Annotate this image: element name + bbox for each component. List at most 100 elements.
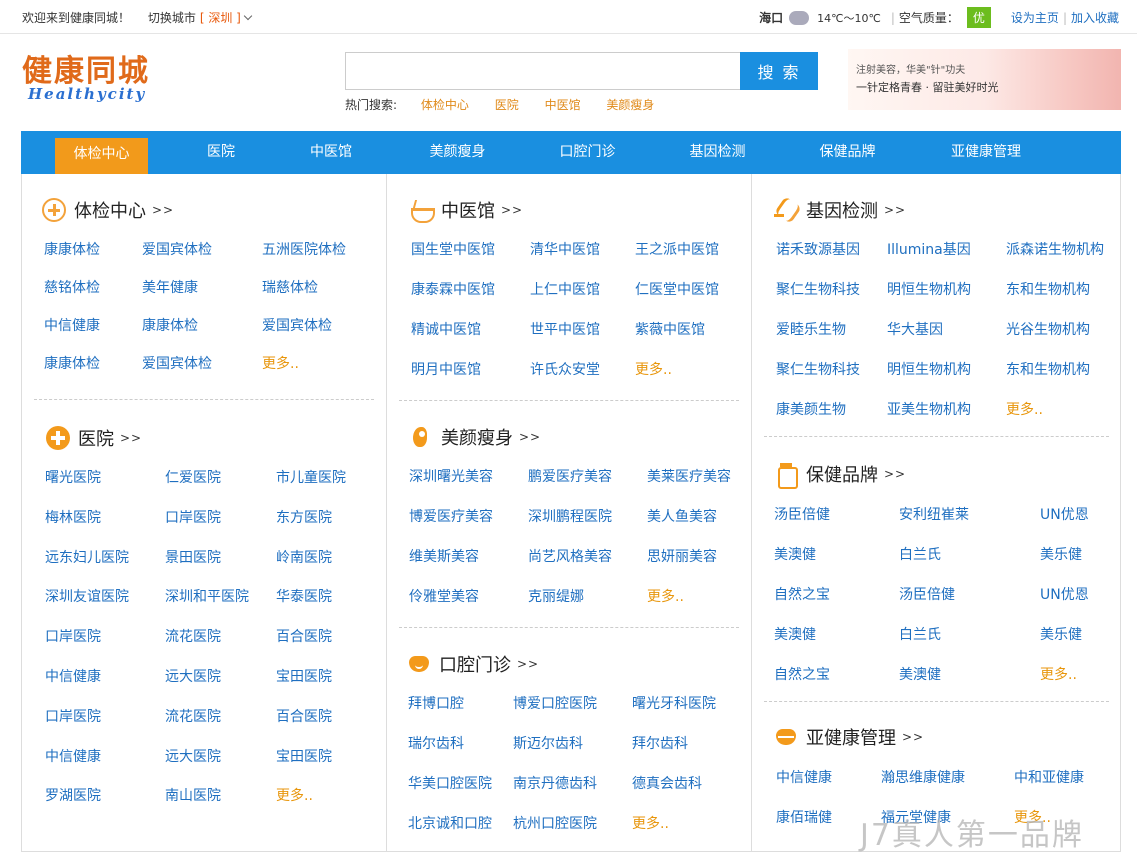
list-item[interactable]: 中信健康 [45,746,101,766]
list-item[interactable]: 汤臣倍健 [774,504,830,524]
list-item[interactable]: 中信健康 [44,315,100,335]
add-favorite-link[interactable]: 加入收藏 [1071,9,1119,26]
list-item[interactable]: 德真会齿科 [632,773,702,793]
more-link[interactable]: 更多.. [635,359,672,379]
nav-item-yajiankang[interactable]: 亚健康管理 [941,131,1031,174]
list-item[interactable]: 康泰霖中医馆 [411,279,495,299]
list-item[interactable]: 深圳和平医院 [165,586,249,606]
hot-search-link[interactable]: 医院 [495,98,519,112]
list-item[interactable]: 仁医堂中医馆 [635,279,719,299]
list-item[interactable]: UN优恩 [1040,584,1089,604]
list-item[interactable]: 尚艺风格美容 [528,546,612,566]
section-title-yajiankang[interactable]: 亚健康管理 >> [774,724,924,750]
section-title-meiyan[interactable]: 美颜瘦身 >> [409,424,541,450]
more-link[interactable]: 更多.. [632,813,669,833]
set-home-link[interactable]: 设为主页 [1011,9,1059,26]
list-item[interactable]: 东和生物机构 [1006,279,1090,299]
list-item[interactable]: 美人鱼美容 [647,506,717,526]
list-item[interactable]: 瑞尔齿科 [408,733,464,753]
list-item[interactable]: 流花医院 [165,706,221,726]
list-item[interactable]: 国生堂中医馆 [411,239,495,259]
list-item[interactable]: 口岸医院 [45,626,101,646]
list-item[interactable]: 东和生物机构 [1006,359,1090,379]
list-item[interactable]: 克丽缇娜 [528,586,584,606]
section-title-jiyin[interactable]: 基因检测 >> [774,197,906,223]
list-item[interactable]: 东方医院 [276,507,332,527]
list-item[interactable]: 康康体检 [44,239,100,259]
list-item[interactable]: 维美斯美容 [409,546,479,566]
list-item[interactable]: 深圳鹏程医院 [528,506,612,526]
more-link[interactable]: 更多.. [262,353,299,373]
list-item[interactable]: 景田医院 [165,547,221,567]
list-item[interactable]: Illumina基因 [887,239,971,259]
list-item[interactable]: 岭南医院 [276,547,332,567]
list-item[interactable]: 康康体检 [142,315,198,335]
list-item[interactable]: 慈铭体检 [44,277,100,297]
list-item[interactable]: 美莱医疗美容 [647,466,731,486]
list-item[interactable]: 王之派中医馆 [635,239,719,259]
list-item[interactable]: 美年健康 [142,277,198,297]
nav-item-jiyin[interactable]: 基因检测 [681,131,754,174]
list-item[interactable]: 精诚中医馆 [411,319,481,339]
list-item[interactable]: 康佰瑞健 [776,807,832,827]
list-item[interactable]: 博爱口腔医院 [513,693,597,713]
nav-item-yiyuan[interactable]: 医院 [191,131,251,174]
list-item[interactable]: 拜尔齿科 [632,733,688,753]
list-item[interactable]: 中和亚健康 [1014,767,1084,787]
list-item[interactable]: 百合医院 [276,706,332,726]
list-item[interactable]: 许氏众安堂 [530,359,600,379]
list-item[interactable]: 上仁中医馆 [530,279,600,299]
more-link[interactable]: 更多.. [647,586,684,606]
nav-item-zhongyi[interactable]: 中医馆 [296,131,366,174]
search-input[interactable] [345,52,740,90]
list-item[interactable]: 美乐健 [1040,544,1082,564]
nav-item-baojian[interactable]: 保健品牌 [811,131,884,174]
list-item[interactable]: 鹏爱医疗美容 [528,466,612,486]
list-item[interactable]: 远大医院 [165,666,221,686]
section-title-baojian[interactable]: 保健品牌 >> [774,461,906,489]
list-item[interactable]: 仁爱医院 [165,467,221,487]
list-item[interactable]: 康美颜生物 [776,399,846,419]
ad-banner[interactable]: 注射美容，华美"针"功夫 一针定格青春 · 留驻美好时光 [848,49,1121,110]
list-item[interactable]: 中信健康 [45,666,101,686]
list-item[interactable]: 汤臣倍健 [899,584,955,604]
section-title-tijian[interactable]: 体检中心 >> [42,197,174,223]
nav-item-tijian[interactable]: 体检中心 [55,138,148,174]
list-item[interactable]: 杭州口腔医院 [513,813,597,833]
list-item[interactable]: 南京丹德齿科 [513,773,597,793]
list-item[interactable]: 远大医院 [165,746,221,766]
list-item[interactable]: 曙光医院 [45,467,101,487]
hot-search-link[interactable]: 中医馆 [545,98,581,112]
list-item[interactable]: 华美口腔医院 [408,773,492,793]
list-item[interactable]: 思妍丽美容 [647,546,717,566]
current-city[interactable]: [ 深圳 ] [200,11,241,25]
list-item[interactable]: 派森诺生物机构 [1006,239,1104,259]
list-item[interactable]: 南山医院 [165,785,221,805]
list-item[interactable]: 清华中医馆 [530,239,600,259]
nav-item-meiyan[interactable]: 美颜瘦身 [421,131,494,174]
list-item[interactable]: 安利纽崔莱 [899,504,969,524]
list-item[interactable]: 华泰医院 [276,586,332,606]
list-item[interactable]: 白兰氏 [899,544,941,564]
list-item[interactable]: UN优恩 [1040,504,1089,524]
list-item[interactable]: 自然之宝 [774,584,830,604]
list-item[interactable]: 口岸医院 [165,507,221,527]
list-item[interactable]: 爱国宾体检 [142,239,212,259]
list-item[interactable]: 博爱医疗美容 [409,506,493,526]
list-item[interactable]: 百合医院 [276,626,332,646]
list-item[interactable]: 深圳友谊医院 [45,586,129,606]
list-item[interactable]: 宝田医院 [276,746,332,766]
section-title-yiyuan[interactable]: 医院 >> [46,425,142,451]
list-item[interactable]: 美乐健 [1040,624,1082,644]
list-item[interactable]: 中信健康 [776,767,832,787]
list-item[interactable]: 明恒生物机构 [887,279,971,299]
list-item[interactable]: 瀚思维康健康 [881,767,965,787]
hot-search-link[interactable]: 美颜瘦身 [606,98,654,112]
section-title-kouqiang[interactable]: 口腔门诊 >> [407,651,539,677]
list-item[interactable]: 美澳健 [899,664,941,684]
list-item[interactable]: 五洲医院体检 [262,239,346,259]
list-item[interactable]: 美澳健 [774,544,816,564]
nav-item-kouqiang[interactable]: 口腔门诊 [551,131,624,174]
switch-city-link[interactable]: 切换城市 [ 深圳 ] [148,11,253,25]
list-item[interactable]: 罗湖医院 [45,785,101,805]
